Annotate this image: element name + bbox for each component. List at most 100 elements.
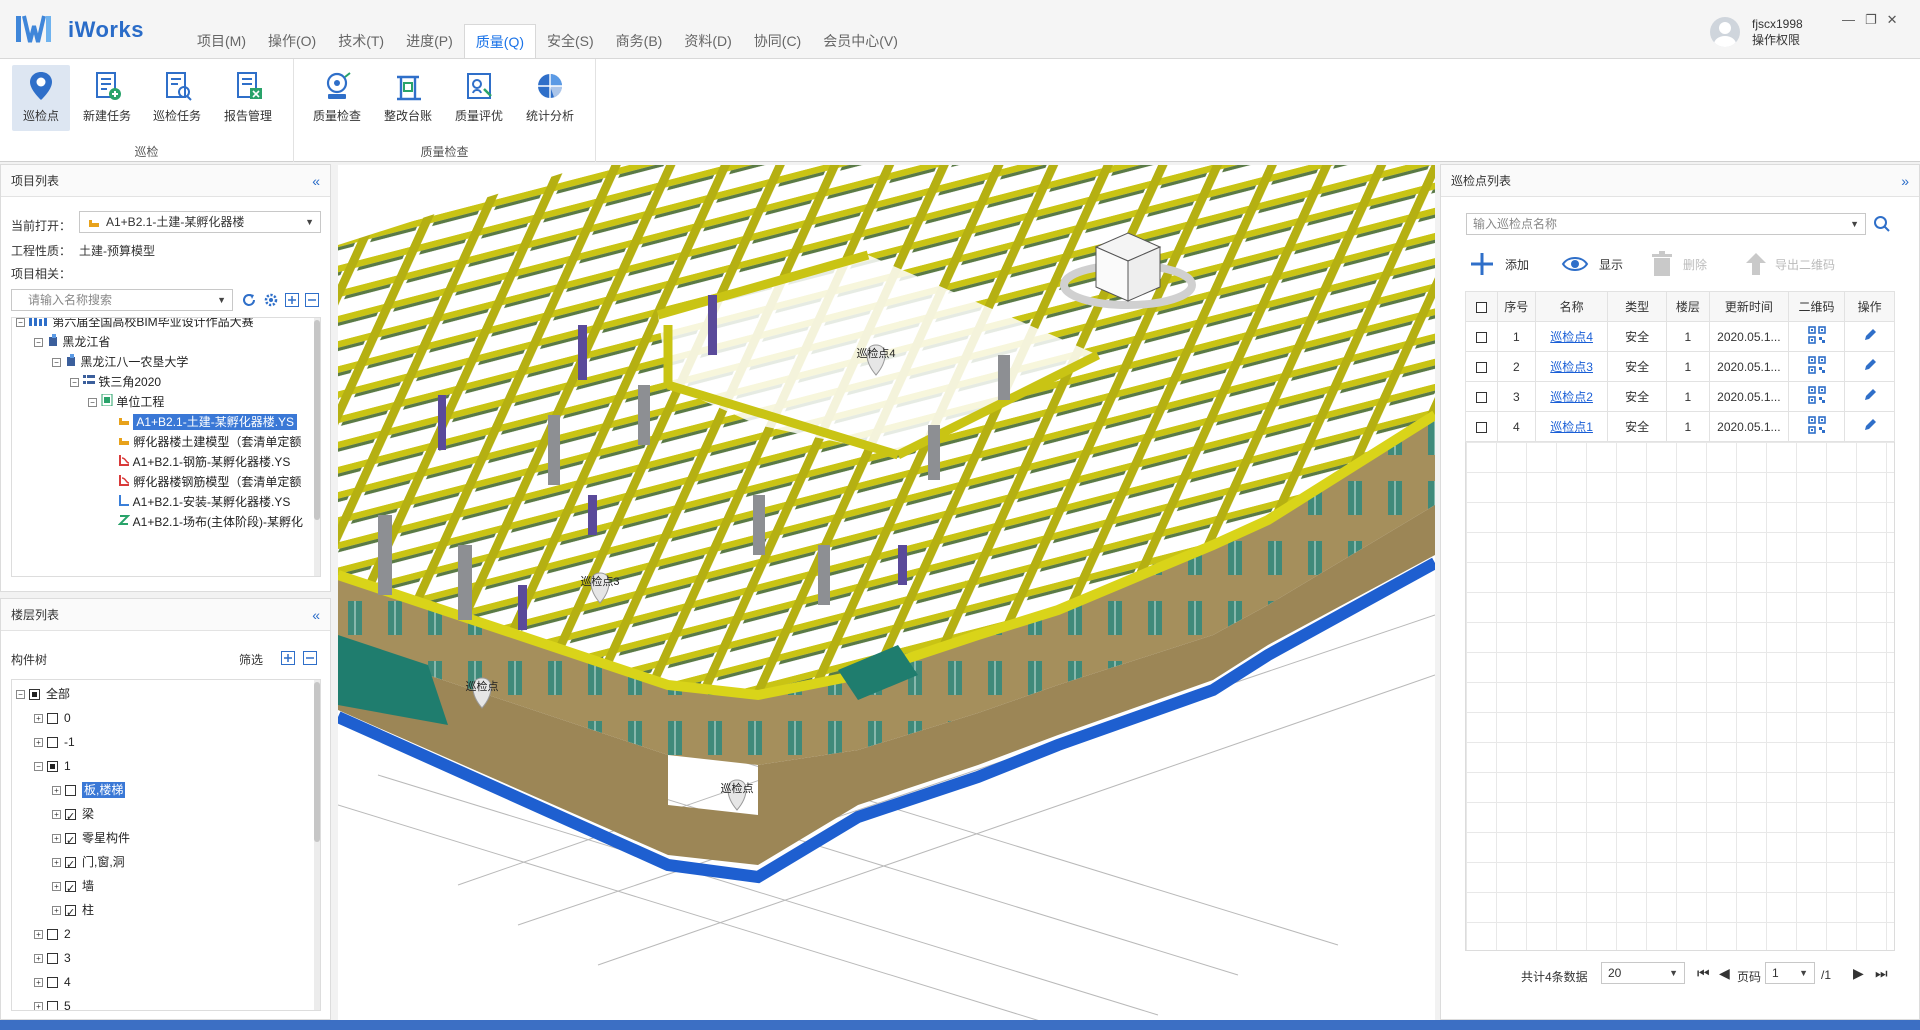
ribbon-button-rectification-ledger[interactable]: 整改台账 bbox=[379, 65, 437, 131]
collapse-all-icon[interactable] bbox=[303, 651, 317, 665]
menu-item[interactable]: 质量(Q) bbox=[463, 24, 536, 59]
qr-code-icon[interactable] bbox=[1807, 386, 1826, 404]
ribbon-button-inspection-task[interactable]: 巡检任务 bbox=[148, 65, 206, 131]
refresh-icon[interactable] bbox=[241, 292, 257, 308]
floor-node[interactable]: +3 bbox=[34, 948, 71, 968]
next-page-icon[interactable]: ▶ bbox=[1853, 965, 1864, 982]
row-checkbox[interactable] bbox=[1465, 381, 1498, 412]
component-node-selected[interactable]: + 板,楼梯 bbox=[52, 780, 126, 800]
tree-node[interactable]: − 单位工程 bbox=[88, 392, 164, 412]
table-row[interactable]: 2 巡检点3 安全 1 2020.05.1... bbox=[1465, 351, 1895, 382]
row-name[interactable]: 巡检点4 bbox=[1534, 321, 1609, 352]
inspection-point-link[interactable]: 巡检点2 bbox=[1550, 390, 1593, 404]
menu-item[interactable]: 技术(T) bbox=[327, 24, 395, 58]
page-number-select[interactable]: 1 ▼ bbox=[1765, 962, 1815, 984]
checkbox[interactable] bbox=[47, 737, 58, 749]
qr-code-icon[interactable] bbox=[1807, 416, 1826, 434]
checkbox[interactable] bbox=[47, 713, 58, 725]
row-checkbox[interactable] bbox=[1465, 321, 1498, 352]
expand-all-icon[interactable] bbox=[285, 293, 299, 307]
filter-button[interactable]: 筛选 bbox=[239, 651, 263, 668]
ribbon-button-quality-check[interactable]: 质量检查 bbox=[308, 65, 366, 131]
component-node[interactable]: +柱 bbox=[52, 900, 94, 923]
checkbox[interactable] bbox=[47, 929, 58, 941]
menu-item[interactable]: 商务(B) bbox=[605, 24, 674, 58]
row-qrcode[interactable] bbox=[1787, 411, 1846, 442]
tree-node[interactable]: − 黑龙江八一农垦大学 bbox=[52, 352, 188, 372]
search-icon[interactable] bbox=[1873, 215, 1891, 233]
floor-node[interactable]: +4 bbox=[34, 972, 71, 992]
edit-pencil-icon[interactable] bbox=[1862, 327, 1878, 343]
row-action[interactable] bbox=[1844, 381, 1895, 412]
floor-node[interactable]: +5 bbox=[34, 996, 71, 1010]
close-button[interactable]: ✕ bbox=[1887, 12, 1898, 28]
checkbox[interactable] bbox=[65, 807, 76, 827]
tree-node[interactable]: A1+B2.1-钢筋-某孵化器楼.YS bbox=[118, 452, 290, 472]
row-checkbox[interactable] bbox=[1465, 351, 1498, 382]
export-qr-button[interactable]: 导出二维码 bbox=[1743, 251, 1835, 277]
row-qrcode[interactable] bbox=[1787, 351, 1846, 382]
checkbox[interactable] bbox=[47, 1001, 58, 1010]
collapse-right-icon[interactable]: » bbox=[1901, 165, 1909, 197]
floor-node[interactable]: +0 bbox=[34, 708, 71, 728]
checkbox[interactable] bbox=[65, 903, 76, 923]
row-action[interactable] bbox=[1844, 411, 1895, 442]
menu-item[interactable]: 进度(P) bbox=[395, 24, 464, 58]
row-action[interactable] bbox=[1844, 351, 1895, 382]
minimize-button[interactable]: — bbox=[1842, 12, 1855, 28]
inspection-search-input[interactable]: 输入巡检点名称 ▼ bbox=[1466, 213, 1866, 235]
row-checkbox[interactable] bbox=[1465, 411, 1498, 442]
ribbon-button-report-management[interactable]: 报告管理 bbox=[219, 65, 277, 131]
menu-item[interactable]: 项目(M) bbox=[186, 24, 257, 58]
select-all-checkbox[interactable] bbox=[1465, 291, 1498, 322]
bim-3d-viewport[interactable]: 巡检点4 巡检点3 巡检点 巡检点 bbox=[338, 165, 1435, 1020]
tree-scrollbar[interactable] bbox=[314, 680, 320, 1010]
qr-code-icon[interactable] bbox=[1807, 326, 1826, 344]
edit-pencil-icon[interactable] bbox=[1862, 357, 1878, 373]
checkbox[interactable] bbox=[65, 831, 76, 851]
inspection-point-link[interactable]: 巡检点4 bbox=[1550, 330, 1593, 344]
inspection-point-link[interactable]: 巡检点3 bbox=[1550, 360, 1593, 374]
row-name[interactable]: 巡检点2 bbox=[1534, 381, 1609, 412]
delete-button[interactable]: 删除 bbox=[1651, 251, 1707, 277]
component-node[interactable]: +墙 bbox=[52, 876, 94, 899]
table-row[interactable]: 3 巡检点2 安全 1 2020.05.1... bbox=[1465, 381, 1895, 412]
collapse-left-icon[interactable]: « bbox=[312, 165, 320, 197]
edit-pencil-icon[interactable] bbox=[1862, 417, 1878, 433]
menu-item[interactable]: 操作(O) bbox=[257, 24, 327, 58]
floor-node[interactable]: −1 bbox=[34, 756, 71, 776]
component-node[interactable]: +梁 bbox=[52, 804, 94, 827]
table-row[interactable]: 1 巡检点4 安全 1 2020.05.1... bbox=[1465, 321, 1895, 352]
checkbox[interactable] bbox=[65, 879, 76, 899]
project-search-input[interactable]: 请输入名称搜索 ▼ bbox=[11, 289, 233, 311]
table-row[interactable]: 4 巡检点1 安全 1 2020.05.1... bbox=[1465, 411, 1895, 442]
menu-item[interactable]: 资料(D) bbox=[673, 24, 742, 58]
checkbox[interactable] bbox=[47, 761, 58, 773]
ribbon-button-statistics[interactable]: 统计分析 bbox=[521, 65, 579, 131]
row-action[interactable] bbox=[1844, 321, 1895, 352]
edit-pencil-icon[interactable] bbox=[1862, 387, 1878, 403]
tree-node[interactable]: A1+B2.1-场布(主体阶段)-某孵化 bbox=[117, 512, 303, 532]
floor-node[interactable]: + -1 bbox=[34, 732, 75, 752]
add-button[interactable]: 添加 bbox=[1469, 251, 1529, 277]
settings-gear-icon[interactable] bbox=[263, 292, 279, 308]
collapse-left-icon[interactable]: « bbox=[312, 599, 320, 631]
qr-code-icon[interactable] bbox=[1807, 356, 1826, 374]
tree-node[interactable]: − 铁三角2020 bbox=[70, 372, 161, 392]
tree-node[interactable]: A1+B2.1-安装-某孵化器楼.YS bbox=[118, 492, 290, 512]
last-page-icon[interactable]: ⏭ bbox=[1875, 965, 1888, 982]
show-button[interactable]: 显示 bbox=[1561, 251, 1623, 277]
prev-page-icon[interactable]: ◀ bbox=[1719, 965, 1730, 982]
floor-node[interactable]: +2 bbox=[34, 924, 71, 944]
avatar[interactable] bbox=[1710, 17, 1740, 47]
bim-model-view[interactable]: 巡检点4巡检点3巡检点巡检点 bbox=[338, 165, 1435, 1020]
checkbox[interactable] bbox=[47, 977, 58, 989]
checkbox[interactable] bbox=[47, 953, 58, 965]
user-info[interactable]: fjscx1998 操作权限 bbox=[1710, 16, 1803, 48]
tree-node[interactable]: − 第六届全国高校BIM毕业设计作品大赛 bbox=[16, 318, 254, 332]
component-node[interactable]: +门,窗,洞 bbox=[52, 852, 125, 875]
ribbon-button-new-task[interactable]: 新建任务 bbox=[78, 65, 136, 131]
menu-item[interactable]: 会员中心(V) bbox=[812, 24, 909, 58]
tree-node[interactable]: 孵化器楼土建模型（套清单定额 bbox=[118, 432, 301, 452]
current-project-select[interactable]: A1+B2.1-土建-某孵化器楼 ▼ bbox=[79, 211, 321, 233]
